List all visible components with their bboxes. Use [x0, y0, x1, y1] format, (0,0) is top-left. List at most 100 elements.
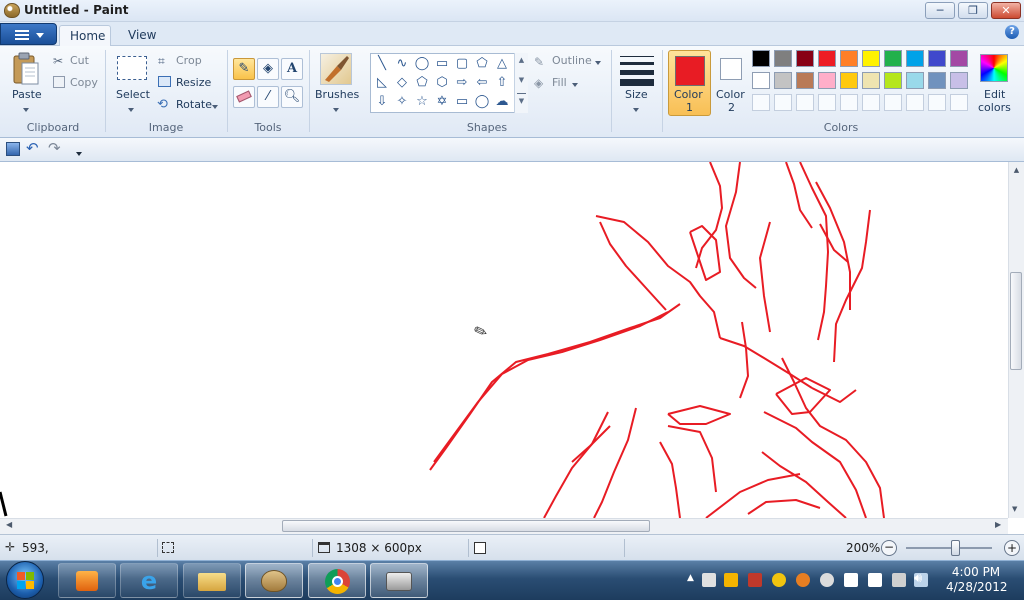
- custom-color-slot[interactable]: [752, 94, 770, 111]
- tab-home[interactable]: Home: [59, 25, 111, 46]
- undo-icon[interactable]: ↶: [26, 139, 39, 157]
- horizontal-scroll-thumb[interactable]: [282, 520, 650, 532]
- redo-icon[interactable]: ↷: [48, 139, 61, 157]
- color-swatch[interactable]: [840, 72, 858, 89]
- select-button[interactable]: Select: [116, 88, 150, 101]
- taskbar-clock[interactable]: 4:00 PM 4/28/2012: [946, 565, 1008, 595]
- right-arrow-shape-icon[interactable]: ⇨: [453, 74, 471, 92]
- drawing-canvas[interactable]: ✎: [0, 162, 1008, 518]
- gallery-expand-icon[interactable]: ▼: [517, 93, 526, 108]
- magnifier-icon[interactable]: 🔍︎: [281, 86, 303, 108]
- fill-dropdown-icon[interactable]: [572, 78, 578, 91]
- paste-button[interactable]: Paste: [12, 88, 42, 101]
- oval-callout-shape-icon[interactable]: ◯: [473, 93, 491, 111]
- color-swatch[interactable]: [950, 72, 968, 89]
- four-point-star-shape-icon[interactable]: ✧: [393, 93, 411, 111]
- select-icon[interactable]: [117, 56, 147, 80]
- outline-dropdown-icon[interactable]: [595, 56, 601, 69]
- color-swatch[interactable]: [752, 50, 770, 67]
- tray-sync-icon[interactable]: [820, 573, 834, 587]
- color-swatch[interactable]: [862, 50, 880, 67]
- tray-x-icon[interactable]: [748, 573, 762, 587]
- hexagon-shape-icon[interactable]: ⬡: [433, 74, 451, 92]
- color-swatch[interactable]: [928, 50, 946, 67]
- color-swatch[interactable]: [752, 72, 770, 89]
- diamond-shape-icon[interactable]: ◇: [393, 74, 411, 92]
- scroll-left-icon[interactable]: ◀: [6, 520, 12, 529]
- edit-colors-label-2[interactable]: colors: [978, 101, 1011, 114]
- zoom-slider-thumb[interactable]: [951, 540, 960, 556]
- shapes-scrollbar[interactable]: ▲ ▼ ▼: [514, 53, 528, 113]
- up-arrow-shape-icon[interactable]: ⇧: [493, 74, 511, 92]
- rounded-rectangle-shape-icon[interactable]: ▢: [453, 55, 471, 73]
- rotate-button[interactable]: Rotate: [176, 98, 212, 111]
- eraser-icon[interactable]: [233, 86, 255, 108]
- chevron-up-icon[interactable]: ▲: [515, 53, 528, 67]
- volume-icon[interactable]: 🔊︎: [914, 571, 922, 586]
- vertical-scroll-thumb[interactable]: [1010, 272, 1022, 370]
- paint-app-icon[interactable]: [4, 3, 20, 18]
- five-point-star-shape-icon[interactable]: ☆: [413, 93, 431, 111]
- color-wheel-icon[interactable]: [980, 54, 1008, 82]
- taskbar-explorer[interactable]: [183, 563, 241, 598]
- size-dropdown-icon[interactable]: [633, 103, 639, 116]
- text-tool-icon[interactable]: A: [281, 58, 303, 80]
- tray-device-icon[interactable]: [892, 573, 906, 587]
- color-swatch[interactable]: [862, 72, 880, 89]
- help-icon[interactable]: ?: [1005, 25, 1019, 39]
- down-arrow-shape-icon[interactable]: ⇩: [373, 93, 391, 111]
- custom-color-slot[interactable]: [884, 94, 902, 111]
- color-swatch[interactable]: [906, 50, 924, 67]
- rounded-callout-shape-icon[interactable]: ▭: [453, 93, 471, 111]
- zoom-in-button[interactable]: +: [1004, 540, 1020, 556]
- outline-button[interactable]: Outline: [552, 54, 592, 67]
- polygon-shape-icon[interactable]: ⬠: [473, 55, 491, 73]
- color-swatch[interactable]: [884, 72, 902, 89]
- right-triangle-shape-icon[interactable]: ◺: [373, 74, 391, 92]
- tray-window-icon[interactable]: [844, 573, 858, 587]
- taskbar-paint[interactable]: [245, 563, 303, 598]
- taskbar-media-player[interactable]: [58, 563, 116, 598]
- color-swatch[interactable]: [906, 72, 924, 89]
- custom-color-slot[interactable]: [950, 94, 968, 111]
- custom-color-slot[interactable]: [862, 94, 880, 111]
- color2-button[interactable]: [720, 58, 742, 80]
- copy-button[interactable]: Copy: [70, 76, 98, 89]
- tray-e-icon[interactable]: [724, 573, 738, 587]
- fill-bucket-icon[interactable]: ◈: [257, 58, 279, 80]
- tray-flag-icon[interactable]: [868, 573, 882, 587]
- show-hidden-icons[interactable]: ▲: [687, 573, 694, 583]
- custom-color-slot[interactable]: [818, 94, 836, 111]
- line-shape-icon[interactable]: ╲: [373, 55, 391, 73]
- color-swatch[interactable]: [818, 72, 836, 89]
- triangle-shape-icon[interactable]: △: [493, 55, 511, 73]
- scroll-up-icon[interactable]: ▲: [1009, 166, 1024, 174]
- size-icon[interactable]: [620, 54, 654, 86]
- custom-color-slot[interactable]: [796, 94, 814, 111]
- color-swatch[interactable]: [774, 50, 792, 67]
- customize-toolbar-icon[interactable]: [76, 147, 82, 160]
- taskbar-chrome[interactable]: [308, 563, 366, 598]
- color-swatch[interactable]: [796, 50, 814, 67]
- start-button[interactable]: [6, 561, 44, 599]
- color-swatch[interactable]: [818, 50, 836, 67]
- paste-dropdown-icon[interactable]: [23, 103, 29, 116]
- color-swatch[interactable]: [796, 72, 814, 89]
- save-icon[interactable]: [6, 142, 20, 156]
- color-swatch[interactable]: [950, 50, 968, 67]
- chevron-down-icon[interactable]: ▼: [515, 73, 528, 87]
- pentagon-shape-icon[interactable]: ⬠: [413, 74, 431, 92]
- color-swatch[interactable]: [774, 72, 792, 89]
- custom-color-slot[interactable]: [906, 94, 924, 111]
- size-button[interactable]: Size: [625, 88, 648, 101]
- resize-button[interactable]: Resize: [176, 76, 211, 89]
- edit-colors-label[interactable]: Edit: [984, 88, 1005, 101]
- taskbar-internet-explorer[interactable]: e: [120, 563, 178, 598]
- maximize-button[interactable]: ❐: [958, 2, 988, 19]
- taskbar-camera-app[interactable]: [370, 563, 428, 598]
- custom-color-slot[interactable]: [774, 94, 792, 111]
- left-arrow-shape-icon[interactable]: ⇦: [473, 74, 491, 92]
- zoom-slider[interactable]: [906, 547, 992, 549]
- six-point-star-shape-icon[interactable]: ✡: [433, 93, 451, 111]
- color-swatch[interactable]: [928, 72, 946, 89]
